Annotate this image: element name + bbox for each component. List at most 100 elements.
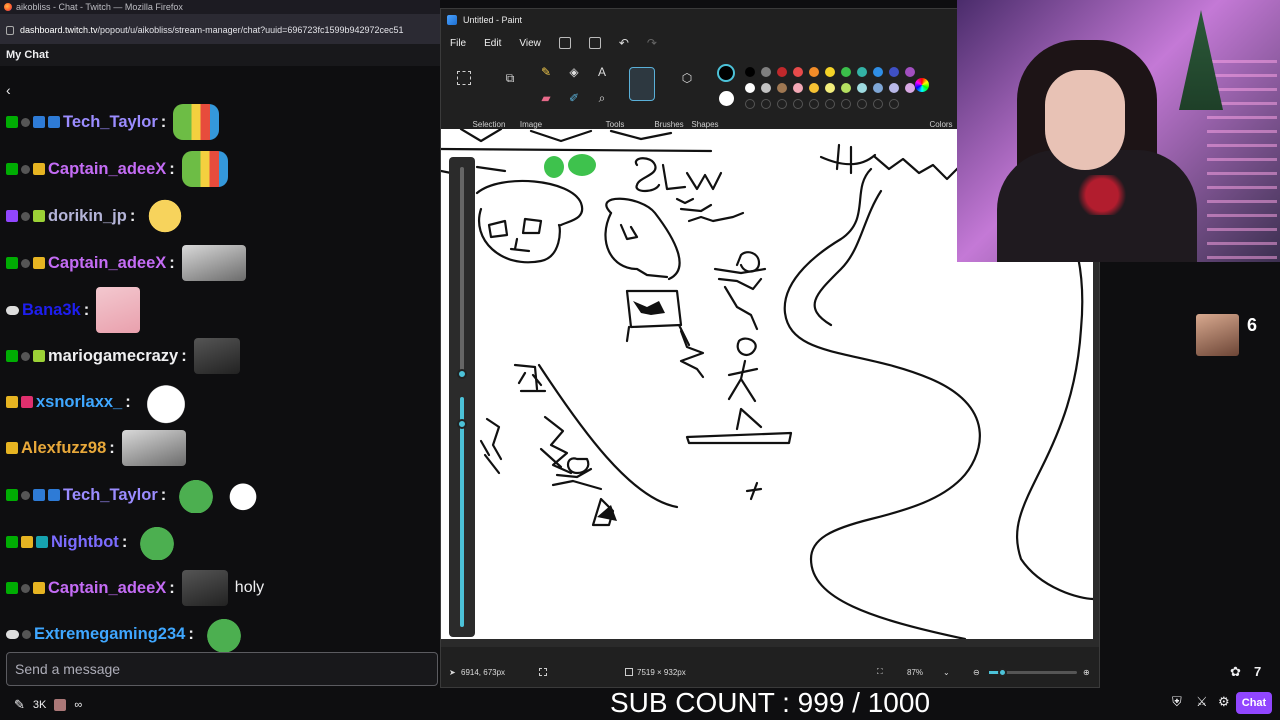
- undo-icon[interactable]: ↶: [619, 36, 629, 50]
- chat-username[interactable]: Nightbot: [51, 533, 119, 552]
- edit-colors-icon[interactable]: [915, 78, 929, 92]
- chat-username[interactable]: Captain_adeeX: [48, 579, 166, 598]
- color-swatch[interactable]: [889, 83, 899, 93]
- mod-icon[interactable]: ⚔: [1196, 694, 1208, 710]
- viewer-avatar[interactable]: [1196, 314, 1239, 356]
- menu-edit[interactable]: Edit: [484, 38, 501, 49]
- custom-color-slot[interactable]: [825, 99, 835, 109]
- chat-username[interactable]: xsnorlaxx_: [36, 393, 122, 412]
- address-bar[interactable]: dashboard.twitch.tv/popout/u/aikobliss/s…: [0, 14, 440, 46]
- fill-icon[interactable]: ◈: [567, 65, 581, 79]
- opacity-knob[interactable]: [457, 369, 467, 379]
- color-swatch[interactable]: [825, 67, 835, 77]
- chat-username[interactable]: Captain_adeeX: [48, 254, 166, 273]
- chat-username[interactable]: Captain_adeeX: [48, 160, 166, 179]
- color-swatch[interactable]: [777, 67, 787, 77]
- chevron-left-icon[interactable]: ‹: [6, 82, 11, 98]
- color-swatch[interactable]: [857, 67, 867, 77]
- canvas-size: 7519 × 932px: [637, 667, 686, 677]
- chat-username[interactable]: Tech_Taylor: [63, 113, 158, 132]
- custom-color-slot[interactable]: [793, 99, 803, 109]
- emote-icon[interactable]: ✿: [1230, 664, 1241, 680]
- zoom-out-icon[interactable]: ⊖: [973, 668, 980, 677]
- magnifier-icon[interactable]: ⌕: [595, 91, 609, 105]
- menu-file[interactable]: File: [450, 38, 466, 49]
- colon: :: [109, 438, 115, 457]
- color-swatch[interactable]: [793, 83, 803, 93]
- firefox-icon: [4, 3, 12, 11]
- color-swatch[interactable]: [905, 83, 915, 93]
- badge-icon: [6, 629, 19, 639]
- color-swatch[interactable]: [809, 67, 819, 77]
- shapes-icon[interactable]: ⬡: [680, 71, 694, 85]
- size-knob[interactable]: [457, 419, 467, 429]
- avatar[interactable]: [54, 699, 67, 711]
- custom-color-slot[interactable]: [761, 99, 771, 109]
- custom-color-slot[interactable]: [857, 99, 867, 109]
- chat-message: Tech_Taylor:: [0, 475, 261, 515]
- seventv-icon[interactable]: 7: [1254, 664, 1261, 679]
- custom-color-slot[interactable]: [745, 99, 755, 109]
- custom-color-slot[interactable]: [889, 99, 899, 109]
- chat-username[interactable]: Extremegaming234: [34, 625, 185, 644]
- zoom-level[interactable]: 87%: [907, 668, 923, 677]
- sweater-print: [1067, 175, 1137, 215]
- color-swatch[interactable]: [745, 67, 755, 77]
- text-icon[interactable]: A: [595, 65, 609, 79]
- color-swatch[interactable]: [761, 83, 771, 93]
- menu-view[interactable]: View: [519, 38, 541, 49]
- color-swatch[interactable]: [857, 83, 867, 93]
- custom-color-slot[interactable]: [873, 99, 883, 109]
- color-swatch[interactable]: [841, 67, 851, 77]
- chat-message-list[interactable]: Tech_Taylor: Captain_adeeX: dorikin_jp: …: [0, 104, 440, 652]
- color-swatch[interactable]: [777, 83, 787, 93]
- primary-color[interactable]: [717, 64, 735, 82]
- color-swatch[interactable]: [841, 83, 851, 93]
- chat-username[interactable]: dorikin_jp: [48, 207, 127, 226]
- chat-username[interactable]: mariogamecrazy: [48, 347, 178, 366]
- secondary-color[interactable]: [719, 91, 734, 106]
- brush-size-slider[interactable]: [449, 157, 475, 637]
- url-path: /popout/u/aikobliss/stream-manager/chat?…: [97, 25, 404, 35]
- color-swatch[interactable]: [793, 67, 803, 77]
- custom-color-slot[interactable]: [809, 99, 819, 109]
- color-swatch[interactable]: [905, 67, 915, 77]
- custom-color-slot[interactable]: [777, 99, 787, 109]
- zoom-knob[interactable]: [998, 668, 1007, 677]
- shield-icon[interactable]: ⛨: [1172, 694, 1182, 710]
- chat-input-placeholder: Send a message: [15, 661, 121, 677]
- chat-username[interactable]: Bana3k: [22, 301, 81, 320]
- chat-input[interactable]: Send a message: [6, 652, 438, 686]
- color-swatch[interactable]: [889, 67, 899, 77]
- pencil-icon[interactable]: ✎: [539, 65, 553, 79]
- chat-username[interactable]: Alexfuzz98: [21, 439, 106, 458]
- color-swatch[interactable]: [873, 67, 883, 77]
- badge-icon: [21, 117, 30, 127]
- gear-icon[interactable]: ⚙: [1218, 694, 1230, 710]
- channel-points-icon[interactable]: ✎: [14, 697, 25, 713]
- selection-icon[interactable]: [457, 71, 471, 85]
- url-domain: dashboard.twitch.tv: [20, 25, 98, 35]
- chevron-down-icon[interactable]: ⌄: [943, 668, 950, 677]
- chat-username[interactable]: Tech_Taylor: [63, 486, 158, 505]
- zoom-in-icon[interactable]: ⊕: [1083, 668, 1090, 677]
- custom-color-slot[interactable]: [841, 99, 851, 109]
- share-icon[interactable]: [588, 37, 601, 49]
- save-icon[interactable]: [558, 37, 571, 49]
- color-picker-icon[interactable]: ✐: [567, 91, 581, 105]
- fit-screen-icon[interactable]: ⛶: [877, 667, 883, 677]
- chat-footer: ✎ 3K ∞: [0, 690, 440, 720]
- zoom-slider[interactable]: [989, 668, 1077, 677]
- color-swatch[interactable]: [809, 83, 819, 93]
- image-crop-icon[interactable]: ⧉: [503, 71, 517, 85]
- eraser-icon[interactable]: ▰: [539, 91, 553, 105]
- color-swatch[interactable]: [825, 83, 835, 93]
- chat-button[interactable]: Chat: [1236, 692, 1272, 714]
- redo-icon[interactable]: ↷: [647, 36, 657, 50]
- colon: :: [160, 485, 167, 504]
- color-swatch[interactable]: [761, 67, 771, 77]
- color-swatch[interactable]: [745, 83, 755, 93]
- cursor-position: 6914, 673px: [461, 667, 506, 677]
- color-swatch[interactable]: [873, 83, 883, 93]
- stream-scene: aikobliss - Chat - Twitch — Mozilla Fire…: [0, 0, 1280, 720]
